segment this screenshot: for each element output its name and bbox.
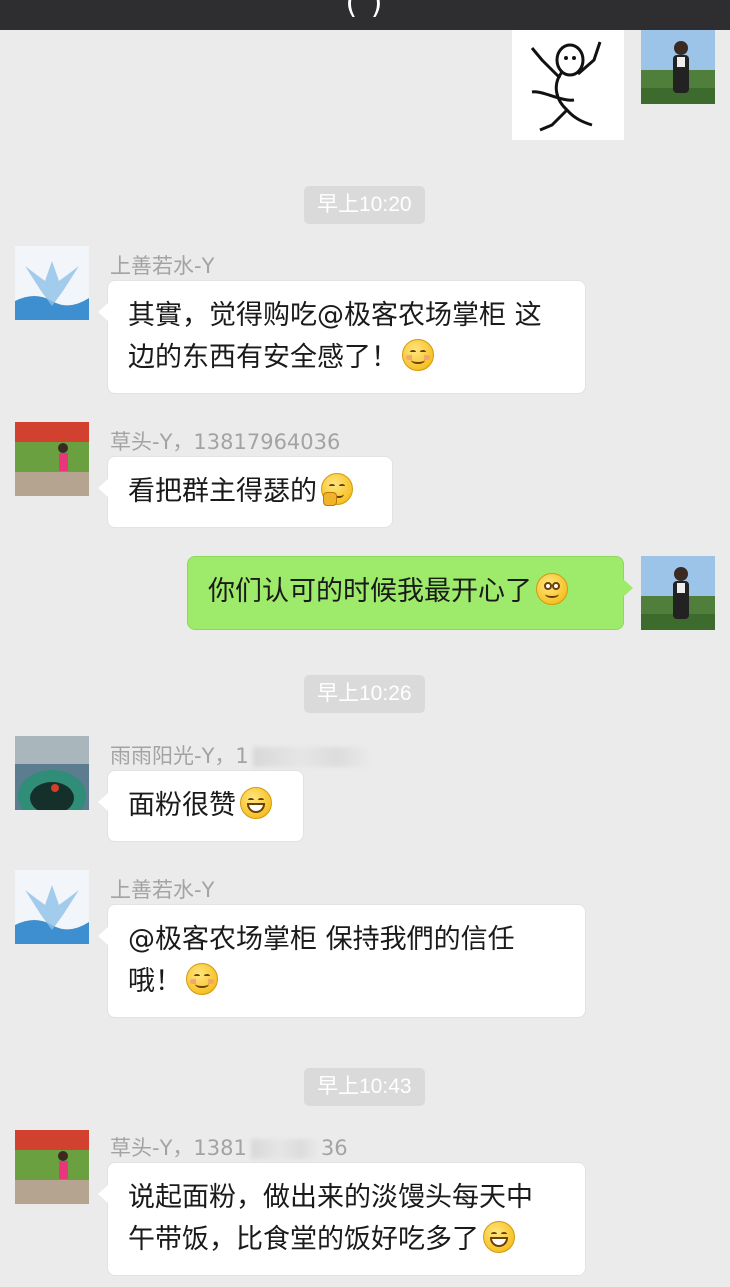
message-bubble[interactable]: 看把群主得瑟的 — [98, 456, 393, 528]
message-bubble[interactable]: 面粉很赞 — [98, 770, 304, 842]
redacted-phone — [252, 747, 373, 767]
message-line: @极客农场掌柜 保持我們的信任 — [128, 924, 515, 955]
message-text: 你们认可的时候我最开心了 — [208, 576, 532, 607]
timestamp: 早上10:43 — [304, 1068, 425, 1106]
sender-name: 草头-Y，13817964036 — [110, 430, 341, 454]
message-bubble[interactable]: 其實，觉得购吃@极客农场掌柜 这 边的东西有安全感了！ — [98, 280, 586, 394]
sender-avatar[interactable] — [15, 246, 89, 320]
timestamp: 早上10:26 — [304, 675, 425, 713]
message-bubble[interactable]: 说起面粉，做出来的淡馒头每天中 午带饭，比食堂的饭好吃多了 — [98, 1162, 586, 1276]
message-line: 哦！ — [128, 966, 182, 997]
sender-name: 上善若水-Y — [110, 878, 215, 902]
message-bubble[interactable]: @极客农场掌柜 保持我們的信任 哦！ — [98, 904, 586, 1018]
smile-emoji — [402, 339, 434, 371]
smirk-emoji — [536, 573, 568, 605]
message-line: 其實，觉得购吃@极客农场掌柜 这 — [128, 300, 542, 331]
sender-name: 雨雨阳光-Y，1 — [110, 740, 373, 770]
sender-avatar[interactable] — [15, 422, 89, 496]
chat-title-bar: ( ) — [0, 0, 730, 30]
message-text: 看把群主得瑟的 — [128, 476, 317, 507]
grin-emoji — [483, 1221, 515, 1253]
message-text: 面粉很赞 — [128, 790, 236, 821]
sender-name-text: 草头-Y，1381 — [110, 1136, 247, 1160]
self-avatar[interactable] — [641, 556, 715, 630]
self-avatar[interactable] — [641, 30, 715, 104]
sender-name: 上善若水-Y — [110, 254, 215, 278]
redacted-phone — [250, 1139, 321, 1159]
chat-title: ( ) — [345, 0, 385, 21]
message-line: 午带饭，比食堂的饭好吃多了 — [128, 1224, 479, 1255]
thinking-emoji — [321, 473, 353, 506]
timestamp: 早上10:20 — [304, 186, 425, 224]
message-bubble-outgoing[interactable]: 你们认可的时候我最开心了 — [187, 556, 633, 630]
sender-name: 草头-Y，1381 36 — [110, 1132, 348, 1162]
sender-avatar[interactable] — [15, 736, 89, 810]
sender-name-text: 雨雨阳光-Y，1 — [110, 744, 249, 768]
smile-emoji — [186, 963, 218, 995]
sender-avatar[interactable] — [15, 1130, 89, 1204]
sender-avatar[interactable] — [15, 870, 89, 944]
message-line: 说起面粉，做出来的淡馒头每天中 — [128, 1182, 533, 1213]
sender-name-suffix: 36 — [320, 1136, 348, 1160]
message-line: 边的东西有安全感了！ — [128, 342, 398, 373]
grin-emoji — [240, 787, 272, 819]
dancing-sticker[interactable] — [512, 30, 624, 140]
